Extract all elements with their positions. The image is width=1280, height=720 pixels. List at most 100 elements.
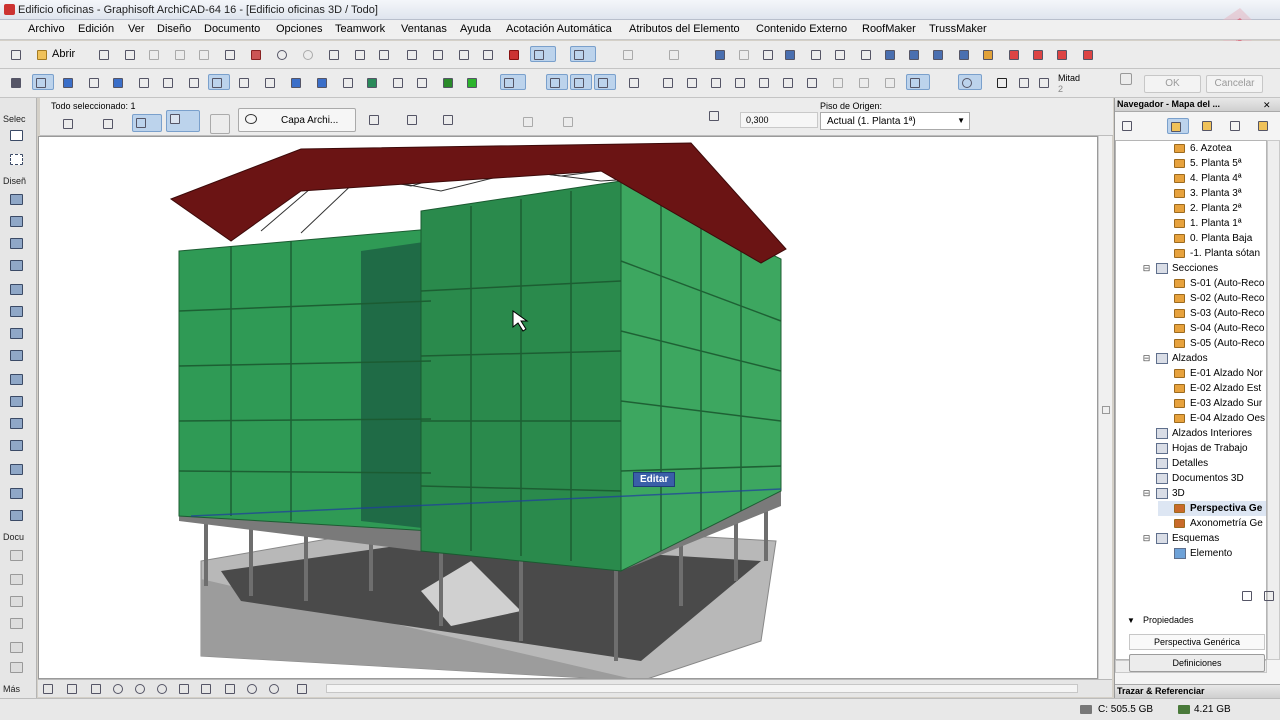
window-tool-icon[interactable]	[8, 416, 26, 432]
close-icon[interactable]: ✕	[1263, 100, 1271, 111]
curve-icon[interactable]	[930, 47, 946, 63]
line-icon[interactable]	[736, 47, 752, 63]
menu-documento[interactable]: Documento	[204, 23, 260, 35]
publisher-sets-icon[interactable]	[1255, 118, 1271, 134]
viewport-vertical-scrollbar[interactable]	[1098, 136, 1112, 679]
edit-9-icon[interactable]	[856, 75, 872, 91]
tree-item-s03[interactable]: S-03 (Auto-Reco	[1158, 306, 1264, 321]
check-3-icon[interactable]	[708, 75, 724, 91]
check-6-icon[interactable]	[780, 75, 796, 91]
mesh-icon[interactable]	[808, 47, 824, 63]
column-tool-icon[interactable]	[8, 214, 26, 230]
marquee-tool-icon[interactable]	[8, 152, 26, 168]
beam-tool-icon[interactable]	[8, 236, 26, 252]
label-tool-icon[interactable]	[8, 616, 26, 632]
menu-ayuda[interactable]: Ayuda	[460, 23, 491, 35]
roof-tool-icon[interactable]	[8, 304, 26, 320]
pen-icon[interactable]	[782, 47, 798, 63]
layout-thumbnail-icon[interactable]	[40, 681, 58, 697]
tree-item-planta-sotano[interactable]: -1. Planta sótan	[1158, 246, 1260, 261]
cursor-mode-icon[interactable]	[132, 114, 162, 132]
object-tool-icon[interactable]	[8, 462, 26, 478]
skylight-tool-icon[interactable]	[8, 348, 26, 364]
layout-icon[interactable]	[404, 47, 420, 63]
tree-item-s05[interactable]: S-05 (Auto-Reco	[1158, 336, 1264, 351]
ok-button[interactable]: OK	[1144, 75, 1201, 93]
text-tool-icon[interactable]	[8, 594, 26, 610]
menu-trussmaker[interactable]: TrussMaker	[929, 23, 987, 35]
magnifier-icon[interactable]	[958, 74, 982, 90]
cut-icon[interactable]	[146, 47, 162, 63]
library-icon[interactable]	[1006, 47, 1022, 63]
object-icon[interactable]	[980, 47, 996, 63]
mesh-tool-icon[interactable]	[8, 508, 26, 524]
tree-item-planta-4[interactable]: 4. Planta 4ª	[1158, 171, 1242, 186]
menu-ver[interactable]: Ver	[128, 23, 145, 35]
check-1-icon[interactable]	[660, 75, 676, 91]
layer-selector[interactable]: Capa Archi...	[238, 108, 356, 132]
paste-icon[interactable]	[196, 47, 212, 63]
definitions-button[interactable]: Definiciones	[1129, 654, 1265, 672]
trace-reference-header[interactable]: Trazar & Referenciar	[1115, 684, 1280, 698]
line-tool-icon[interactable]	[8, 660, 26, 676]
zoom-previous-icon[interactable]	[244, 681, 260, 697]
panel-icon[interactable]	[626, 75, 642, 91]
tree-item-detalles[interactable]: Detalles	[1140, 456, 1208, 471]
line-tool-icon[interactable]	[546, 74, 568, 90]
corner-window-tool-icon[interactable]	[8, 438, 26, 454]
tree-item-planta-3[interactable]: 3. Planta 3ª	[1158, 186, 1242, 201]
render-icon[interactable]	[236, 75, 252, 91]
collapse-icon[interactable]: ⊟	[1142, 534, 1151, 543]
pen-settings-icon[interactable]	[440, 112, 456, 128]
cross-icon[interactable]	[210, 114, 230, 134]
menu-ventanas[interactable]: Ventanas	[401, 23, 447, 35]
tree-item-planta-baja[interactable]: 0. Planta Baja	[1158, 231, 1252, 246]
gravity-icon[interactable]	[620, 47, 636, 63]
zoom-fit-icon[interactable]	[154, 681, 170, 697]
project-map-tree[interactable]: 6. Azotea 5. Planta 5ª 4. Planta 4ª 3. P…	[1115, 140, 1267, 660]
cancel-x-icon[interactable]	[994, 75, 1010, 91]
element-type-icon[interactable]	[60, 116, 82, 132]
slab-tool-icon[interactable]	[8, 258, 26, 274]
curtain-wall-tool-icon[interactable]	[8, 372, 26, 388]
orbit-icon[interactable]	[60, 75, 76, 91]
hatch-mode-icon[interactable]	[166, 110, 200, 132]
project-map-icon[interactable]	[1167, 118, 1189, 134]
elevation-tool-icon[interactable]	[520, 114, 536, 130]
zoom-window-icon[interactable]	[64, 681, 80, 697]
edit-8-icon[interactable]	[830, 75, 846, 91]
grid-icon[interactable]	[326, 47, 342, 63]
3d-view-icon[interactable]	[8, 75, 24, 91]
clipboard-icon[interactable]	[480, 47, 496, 63]
relative-icon[interactable]	[1016, 75, 1032, 91]
view-map-icon[interactable]	[1199, 118, 1215, 134]
play-icon[interactable]	[560, 114, 576, 130]
move-icon[interactable]	[136, 75, 152, 91]
tree-item-s02[interactable]: S-02 (Auto-Reco	[1158, 291, 1264, 306]
tree-item-planta-1[interactable]: 1. Planta 1ª	[1158, 216, 1242, 231]
settings-3d-icon[interactable]	[294, 681, 310, 697]
edit-10-icon[interactable]	[882, 75, 898, 91]
tree-item-documentos-3d[interactable]: Documentos 3D	[1140, 471, 1244, 486]
checkbox-view-icon[interactable]	[500, 74, 526, 90]
menu-archivo[interactable]: Archivo	[28, 23, 65, 35]
green-tool-icon[interactable]	[464, 75, 480, 91]
wall-pen-icon[interactable]	[712, 47, 728, 63]
tree-vertical-scrollbar[interactable]	[1267, 140, 1280, 660]
floor-dropdown[interactable]: Actual (1. Planta 1ª) ▼	[820, 112, 970, 130]
grid-tool-icon[interactable]	[570, 74, 592, 90]
arrow-tool-icon[interactable]	[8, 128, 26, 144]
tree-item-s04[interactable]: S-04 (Auto-Reco	[1158, 321, 1264, 336]
camera-icon[interactable]	[1054, 47, 1070, 63]
arc-icon[interactable]	[956, 47, 972, 63]
tree-item-secciones[interactable]: ⊟ Secciones	[1140, 261, 1218, 276]
layout-book-icon[interactable]	[1227, 118, 1243, 134]
menu-acotacion-automatica[interactable]: Acotación Automática	[506, 23, 612, 35]
properties-icon[interactable]	[1239, 588, 1255, 604]
check-2-icon[interactable]	[684, 75, 700, 91]
sheet-icon[interactable]	[456, 47, 472, 63]
special-snap-icon[interactable]	[1036, 75, 1052, 91]
delete-icon[interactable]	[222, 47, 238, 63]
orbit-view-icon[interactable]	[198, 681, 214, 697]
zone-tool-icon[interactable]	[8, 486, 26, 502]
